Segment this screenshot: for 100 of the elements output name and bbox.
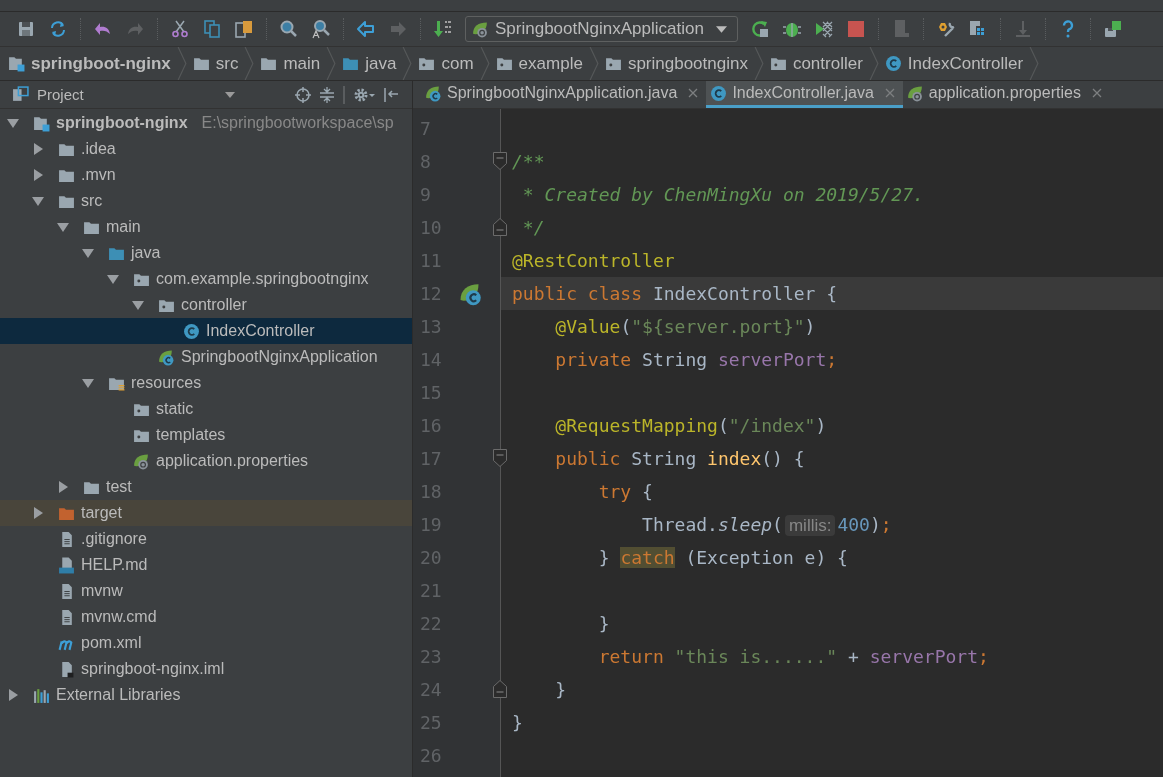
cut-icon[interactable]	[170, 19, 190, 39]
sync-icon[interactable]	[48, 19, 68, 39]
class-icon	[710, 84, 728, 102]
expand-arrow-icon[interactable]	[82, 377, 94, 389]
tree-item[interactable]: .mvn	[0, 162, 412, 188]
leaf-app-icon	[472, 20, 489, 38]
package-folder-icon	[495, 55, 513, 72]
tree-item[interactable]: IndexController	[0, 318, 412, 344]
code-line: } catch (Exception e) {	[597, 547, 848, 568]
build-icon[interactable]	[433, 19, 453, 39]
stop-icon[interactable]	[845, 19, 866, 39]
editor-tab[interactable]: IndexController.java	[706, 81, 903, 108]
leaf-class-icon	[158, 348, 175, 366]
class-icon	[884, 55, 902, 72]
crosshair-icon[interactable]	[295, 86, 311, 103]
leaf-class-icon	[425, 84, 442, 102]
tree-item[interactable]: mvnw	[0, 578, 412, 604]
collapse-icon[interactable]	[319, 86, 335, 103]
sdk-icon[interactable]	[1102, 19, 1123, 39]
leaf-file-icon	[133, 452, 150, 470]
coverage-icon[interactable]	[813, 19, 834, 39]
tree-item[interactable]: springboot-nginx E:\springbootworkspace\sp	[0, 110, 412, 136]
chevron-icon	[244, 47, 255, 80]
rerun-icon[interactable]	[749, 19, 770, 39]
markdown-file-icon	[58, 556, 75, 574]
code-line: }	[597, 613, 610, 634]
tree-item[interactable]: pom.xml	[0, 630, 412, 656]
expand-arrow-icon[interactable]	[57, 481, 69, 493]
tree-item[interactable]: External Libraries	[0, 682, 412, 708]
save-icon[interactable]	[16, 19, 36, 39]
chevron-icon	[402, 47, 413, 80]
breadcrumb-item[interactable]: springbootnginx	[598, 47, 754, 80]
caret-icon[interactable]	[225, 91, 235, 98]
tree-item[interactable]: .idea	[0, 136, 412, 162]
expand-arrow-icon[interactable]	[107, 273, 119, 285]
code-line: @RequestMapping("/index")	[554, 415, 827, 436]
expand-arrow-icon[interactable]	[32, 507, 44, 519]
tree-item[interactable]: templates	[0, 422, 412, 448]
module-icon	[8, 55, 25, 72]
folder-icon	[342, 55, 360, 72]
tree-item[interactable]: src	[0, 188, 412, 214]
tree-item[interactable]: target	[0, 500, 412, 526]
project-icon	[12, 86, 29, 103]
leaf-file-icon	[906, 84, 924, 102]
code-line: */	[521, 217, 545, 238]
leaf-class-icon[interactable]	[459, 281, 483, 306]
breadcrumb-item[interactable]: main	[254, 47, 327, 80]
close-icon[interactable]	[1091, 88, 1102, 98]
tree-item[interactable]: test	[0, 474, 412, 500]
hide-panel-icon[interactable]	[383, 86, 399, 103]
tree-item[interactable]: springboot-nginx.iml	[0, 656, 412, 682]
copy-icon[interactable]	[202, 19, 222, 39]
replace-icon[interactable]	[311, 19, 331, 39]
breadcrumb-item[interactable]: example	[489, 47, 589, 80]
editor-tab[interactable]: SpringbootNginxApplication.java	[421, 81, 707, 108]
tree-item[interactable]: java	[0, 240, 412, 266]
settings-icon[interactable]	[353, 86, 375, 103]
code-line: * Created by ChenMingXu on 2019/5/27.	[521, 184, 924, 205]
code-line: Thread.sleep( millis: 400);	[641, 513, 892, 536]
code-line: /**	[512, 151, 545, 172]
expand-arrow-icon[interactable]	[7, 117, 19, 129]
code-line: try {	[597, 481, 653, 502]
code-line: public String index() {	[554, 448, 805, 469]
caret-icon	[715, 25, 727, 33]
expand-arrow-icon[interactable]	[57, 221, 69, 233]
paste-icon[interactable]	[234, 19, 254, 39]
back-arrow-icon[interactable]	[356, 19, 376, 39]
tree-item[interactable]: controller	[0, 292, 412, 318]
tree-item[interactable]: main	[0, 214, 412, 240]
tree-item[interactable]: com.example.springbootnginx	[0, 266, 412, 292]
library-icon	[33, 686, 50, 704]
tree-item[interactable]: static	[0, 396, 412, 422]
expand-arrow-icon[interactable]	[32, 169, 44, 181]
tree-item[interactable]: mvnw.cmd	[0, 604, 412, 630]
panel-title[interactable]: Project	[37, 86, 217, 103]
breadcrumb-item[interactable]: com	[412, 47, 480, 80]
breadcrumb-item[interactable]: IndexController	[878, 47, 1030, 80]
chevron-icon	[1029, 47, 1040, 80]
expand-arrow-icon[interactable]	[7, 689, 19, 701]
expand-arrow-icon[interactable]	[82, 247, 94, 259]
expand-arrow-icon[interactable]	[32, 143, 44, 155]
expand-arrow-icon[interactable]	[32, 195, 44, 207]
tree-item[interactable]: resources	[0, 370, 412, 396]
tree-item[interactable]: SpringbootNginxApplication	[0, 344, 412, 370]
tree-item[interactable]: HELP.md	[0, 552, 412, 578]
tree-item[interactable]: .gitignore	[0, 526, 412, 552]
breadcrumb-item[interactable]: controller	[763, 47, 869, 80]
code-line: return "this is......" + serverPort;	[597, 646, 989, 667]
breadcrumb-item[interactable]: java	[336, 47, 403, 80]
chevron-icon	[588, 47, 599, 80]
editor-tab[interactable]: application.properties	[902, 81, 1110, 108]
run-config-dropdown[interactable]: SpringbootNginxApplication	[465, 16, 738, 42]
search-icon[interactable]	[279, 19, 299, 39]
tree-item[interactable]: application.properties	[0, 448, 412, 474]
folder-icon	[260, 55, 278, 72]
close-icon[interactable]	[688, 88, 699, 98]
expand-arrow-icon[interactable]	[132, 299, 144, 311]
code-line: public class IndexController {	[512, 283, 838, 304]
breadcrumb-item[interactable]: springboot-nginx	[2, 47, 177, 80]
breadcrumb-item[interactable]: src	[186, 47, 245, 80]
